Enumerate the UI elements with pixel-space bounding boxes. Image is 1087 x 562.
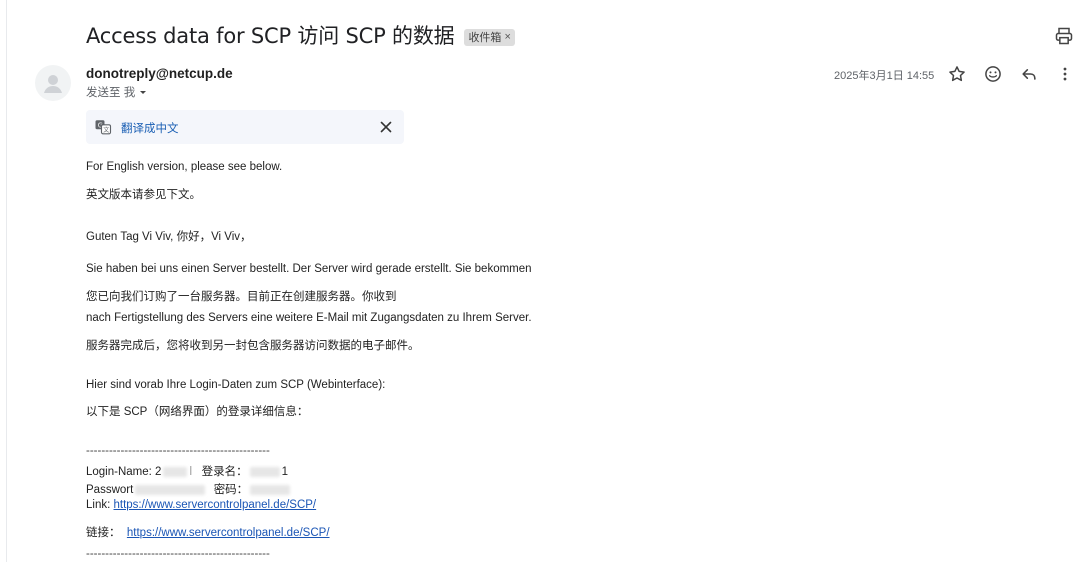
body-line: For English version, please see below. xyxy=(86,161,283,173)
email-date: 2025年3月1日 14:55 xyxy=(834,70,935,82)
star-icon[interactable] xyxy=(947,64,967,84)
redacted-login-cn xyxy=(249,466,280,477)
body-line: 英文版本请参见下文。 xyxy=(86,189,201,201)
translate-banner: G 文 翻译成中文 xyxy=(86,110,404,144)
redacted-login xyxy=(163,466,188,477)
caret-down-icon xyxy=(140,91,147,94)
reply-icon[interactable] xyxy=(1019,64,1039,84)
login-name-line: Login-Name: 2 l 登录名： 1 xyxy=(86,463,288,479)
body-line: 以下是 SCP（网络界面）的登录详细信息： xyxy=(86,406,309,418)
more-options-icon[interactable] xyxy=(1055,64,1075,84)
translate-to-chinese-link[interactable]: 翻译成中文 xyxy=(121,120,179,136)
redacted-bar: l xyxy=(189,466,192,478)
link-line: Link: https://www.servercontrolpanel.de/… xyxy=(86,499,316,511)
login-name-cn-label: 登录名： xyxy=(201,466,248,478)
password-cn-label: 密码： xyxy=(213,484,249,496)
scp-link[interactable]: https://www.servercontrolpanel.de/SCP/ xyxy=(114,499,317,511)
close-icon[interactable] xyxy=(378,119,394,135)
password-line: Passwort 密码： xyxy=(86,481,292,497)
translate-icon: G 文 xyxy=(95,120,112,135)
greeting-line: Guten Tag Vi Viv, 你好，Vi Viv， xyxy=(86,231,252,243)
body-line: 服务器完成后，您将收到另一封包含服务器访问数据的电子邮件。 xyxy=(86,340,420,352)
body-line: nach Fertigstellung des Servers eine wei… xyxy=(86,312,532,324)
recipient-details-toggle[interactable]: 发送至 我 xyxy=(86,84,148,100)
sender-email[interactable]: donotreply@netcup.de xyxy=(86,66,233,81)
redacted-password-cn xyxy=(250,484,291,495)
svg-text:文: 文 xyxy=(103,126,109,134)
separator-line: ----------------------------------------… xyxy=(86,445,270,457)
remove-label-button[interactable]: × xyxy=(504,31,510,43)
label-chip-text: 收件箱 xyxy=(468,32,502,44)
inbox-label-chip[interactable]: 收件箱 × xyxy=(464,28,515,46)
scp-link-cn[interactable]: https://www.servercontrolpanel.de/SCP/ xyxy=(127,527,330,539)
body-line: Sie haben bei uns einen Server bestellt.… xyxy=(86,263,532,275)
body-line: Hier sind vorab Ihre Login-Daten zum SCP… xyxy=(86,379,386,391)
login-name-label: Login-Name: 2 xyxy=(86,466,162,478)
sender-avatar xyxy=(35,65,71,101)
password-label: Passwort xyxy=(86,484,134,496)
print-icon[interactable] xyxy=(1054,26,1074,46)
emoji-reaction-icon[interactable] xyxy=(983,64,1003,84)
separator-line: ----------------------------------------… xyxy=(86,548,270,560)
link-cn-label: 链接： xyxy=(86,527,121,539)
redacted-password xyxy=(135,484,206,495)
login-name-tail: 1 xyxy=(281,466,288,478)
email-subject: Access data for SCP 访问 SCP 的数据 xyxy=(86,24,455,48)
person-icon xyxy=(44,75,62,93)
recipient-text: 发送至 我 xyxy=(86,87,136,99)
subject-row: Access data for SCP 访问 SCP 的数据 收件箱 × xyxy=(86,20,515,50)
link-label: Link: xyxy=(86,499,114,511)
body-line: 您已向我们订购了一台服务器。目前正在创建服务器。你收到 xyxy=(86,291,397,303)
link-cn-line: 链接： https://www.servercontrolpanel.de/SC… xyxy=(86,524,330,540)
